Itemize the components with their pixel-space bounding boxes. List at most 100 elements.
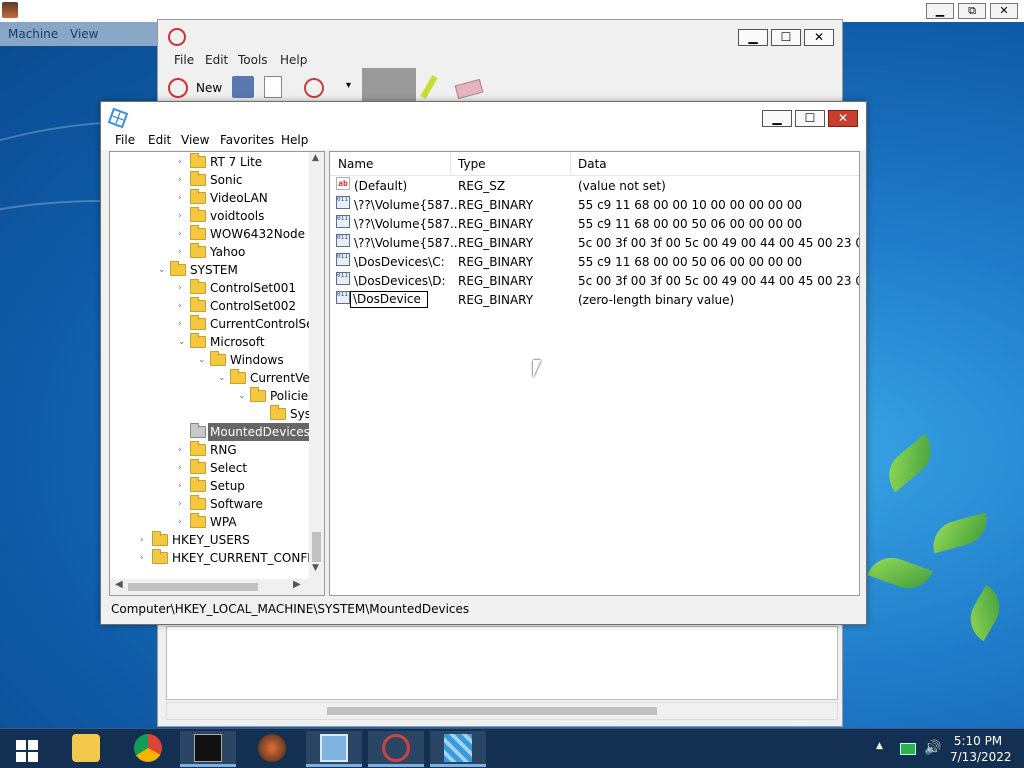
show-hidden-icons-icon[interactable]: ▲ bbox=[876, 741, 883, 768]
tree-expander-icon[interactable]: › bbox=[178, 459, 188, 477]
taskbar-app-bird[interactable] bbox=[244, 731, 300, 767]
vm-close-button[interactable]: ✕ bbox=[990, 3, 1018, 19]
tree-item[interactable]: › Software bbox=[110, 495, 310, 513]
tree-expander-icon[interactable]: › bbox=[178, 279, 188, 297]
vm-minimize-button[interactable]: ▁ bbox=[926, 3, 954, 19]
scroll-left-icon[interactable]: ◀ bbox=[115, 579, 123, 590]
start-button[interactable] bbox=[0, 731, 56, 767]
column-separator[interactable] bbox=[570, 152, 571, 176]
scroll-up-icon[interactable]: ▲ bbox=[312, 153, 319, 163]
taskbar-control-panel[interactable] bbox=[306, 731, 362, 767]
value-row[interactable]: 011 110 \DosDevices\C: REG_BINARY 55 c9 11 … bbox=[330, 253, 859, 272]
tree-item[interactable]: Syst bbox=[110, 405, 316, 423]
tree-expander-icon[interactable]: › bbox=[178, 477, 188, 495]
tree-expander-icon[interactable]: › bbox=[178, 153, 188, 171]
tree-item[interactable]: › Setup bbox=[110, 477, 310, 495]
value-row[interactable]: 011 110 \??\Volume{587...REG_BINARY 55 c9 … bbox=[330, 215, 859, 234]
vm-menu-machine[interactable]: Machine bbox=[8, 27, 58, 41]
taskbar-clock[interactable]: 5:10 PM 7/13/2022 bbox=[950, 733, 1012, 765]
tree-vscroll-thumb[interactable] bbox=[312, 532, 321, 562]
tree-item[interactable]: › HKEY_USERS bbox=[110, 531, 310, 549]
tree-item[interactable]: › CurrentControlSet bbox=[110, 315, 318, 333]
taskbar-chrome[interactable] bbox=[120, 731, 176, 767]
tree-item[interactable]: › ControlSet002 bbox=[110, 297, 310, 315]
pen-tool-icon[interactable] bbox=[362, 68, 416, 104]
tree-expander-icon[interactable]: › bbox=[178, 243, 188, 261]
value-row[interactable]: 011 110\DosDevice REG_BINARY (zero-length … bbox=[330, 291, 859, 310]
tree-expander-icon[interactable]: › bbox=[178, 207, 188, 225]
tree-item[interactable]: ⌄ CurrentVer bbox=[110, 369, 315, 387]
shapes-icon[interactable] bbox=[304, 78, 324, 98]
tree-item[interactable]: › HKEY_CURRENT_CONFIG bbox=[110, 549, 320, 567]
tree-expander-icon[interactable]: › bbox=[178, 189, 188, 207]
paint-canvas[interactable] bbox=[166, 626, 838, 700]
tree-item[interactable]: › Select bbox=[110, 459, 310, 477]
paint-close-button[interactable]: ✕ bbox=[804, 29, 834, 46]
column-header-type[interactable]: Type bbox=[458, 157, 486, 171]
regedit-menu-edit[interactable]: Edit bbox=[148, 133, 171, 147]
tree-expander-icon[interactable]: › bbox=[178, 315, 188, 333]
vm-menu-view[interactable]: View bbox=[70, 27, 98, 41]
tree-expander-icon[interactable]: ⌄ bbox=[158, 261, 168, 279]
paint-maximize-button[interactable]: ☐ bbox=[771, 29, 801, 46]
tree-expander-icon[interactable]: › bbox=[140, 531, 150, 549]
regedit-minimize-button[interactable]: ▁ bbox=[762, 110, 792, 127]
tree-expander-icon[interactable]: › bbox=[178, 441, 188, 459]
tree-item[interactable]: MountedDevices bbox=[110, 423, 312, 441]
regedit-maximize-button[interactable]: ☐ bbox=[795, 110, 825, 127]
tree-expander-icon[interactable]: ⌄ bbox=[178, 333, 188, 351]
tree-expander-icon[interactable]: › bbox=[140, 549, 150, 567]
paint-horizontal-scrollbar[interactable] bbox=[166, 702, 838, 720]
tree-hscroll-thumb[interactable] bbox=[128, 583, 258, 591]
column-header-data[interactable]: Data bbox=[578, 157, 607, 171]
tree-expander-icon[interactable]: › bbox=[178, 225, 188, 243]
copy-icon[interactable] bbox=[264, 76, 282, 98]
tree-expander-icon[interactable]: ⌄ bbox=[238, 387, 248, 405]
tree-item[interactable]: › Yahoo bbox=[110, 243, 310, 261]
paint-menu-file[interactable]: File bbox=[174, 53, 194, 67]
tree-item[interactable]: › RNG bbox=[110, 441, 310, 459]
tree-item[interactable]: ⌄ Policies bbox=[110, 387, 314, 405]
network-icon[interactable] bbox=[900, 743, 916, 755]
paint-minimize-button[interactable]: ▁ bbox=[738, 29, 768, 46]
tree-item[interactable]: ⌄ Windows bbox=[110, 351, 310, 369]
taskbar-regedit[interactable] bbox=[430, 731, 486, 767]
tree-expander-icon[interactable]: ⌄ bbox=[218, 369, 228, 387]
new-button-label[interactable]: New bbox=[196, 81, 222, 95]
scroll-right-icon[interactable]: ▶ bbox=[293, 579, 301, 590]
value-row[interactable]: 011 110 \??\Volume{587...REG_BINARY 55 c9 … bbox=[330, 196, 859, 215]
volume-icon[interactable]: 🔊 bbox=[924, 740, 941, 768]
tree-item[interactable]: › VideoLAN bbox=[110, 189, 310, 207]
regedit-menu-view[interactable]: View bbox=[181, 133, 209, 147]
regedit-menu-file[interactable]: File bbox=[115, 133, 135, 147]
tree-vertical-scrollbar[interactable]: ▲ ▼ bbox=[309, 152, 324, 580]
value-row[interactable]: ab (Default) REG_SZ (value not set) bbox=[330, 177, 859, 196]
tree-item[interactable]: ⌄ SYSTEM bbox=[110, 261, 310, 279]
tree-item[interactable]: › ControlSet001 bbox=[110, 279, 310, 297]
eraser-icon[interactable] bbox=[454, 78, 484, 100]
paint-scroll-thumb[interactable] bbox=[327, 707, 657, 715]
tree-expander-icon[interactable]: › bbox=[178, 171, 188, 189]
taskbar-file-explorer[interactable] bbox=[58, 731, 114, 767]
tree-expander-icon[interactable]: › bbox=[178, 297, 188, 315]
column-separator[interactable] bbox=[450, 152, 451, 176]
tree-expander-icon[interactable]: › bbox=[178, 513, 188, 531]
vm-restore-button[interactable]: ⧉ bbox=[958, 3, 986, 19]
paint-menu-edit[interactable]: Edit bbox=[205, 53, 228, 67]
registry-key-tree[interactable]: › HKEY_CURRENT_CONFIG › HKEY_USERS › WPA › Soft… bbox=[109, 151, 325, 596]
regedit-menu-favorites[interactable]: Favorites bbox=[220, 133, 274, 147]
tree-expander-icon[interactable]: ⌄ bbox=[198, 351, 208, 369]
scroll-down-icon[interactable]: ▼ bbox=[312, 563, 319, 573]
tree-item[interactable]: ⌄ Microsoft bbox=[110, 333, 310, 351]
highlighter-icon[interactable] bbox=[420, 75, 438, 99]
tree-item[interactable]: › RT 7 Lite bbox=[110, 153, 310, 171]
paint-menu-tools[interactable]: Tools bbox=[238, 53, 268, 67]
tree-item[interactable]: › WPA bbox=[110, 513, 310, 531]
tree-item[interactable]: › voidtools bbox=[110, 207, 310, 225]
column-header-name[interactable]: Name bbox=[338, 157, 373, 171]
regedit-close-button[interactable]: ✕ bbox=[828, 110, 858, 127]
regedit-menu-help[interactable]: Help bbox=[281, 133, 308, 147]
new-icon[interactable] bbox=[168, 78, 188, 98]
value-row[interactable]: 011 110 \DosDevices\D: REG_BINARY 5c 00 3f … bbox=[330, 272, 859, 291]
tree-item[interactable]: › WOW6432Node bbox=[110, 225, 310, 243]
